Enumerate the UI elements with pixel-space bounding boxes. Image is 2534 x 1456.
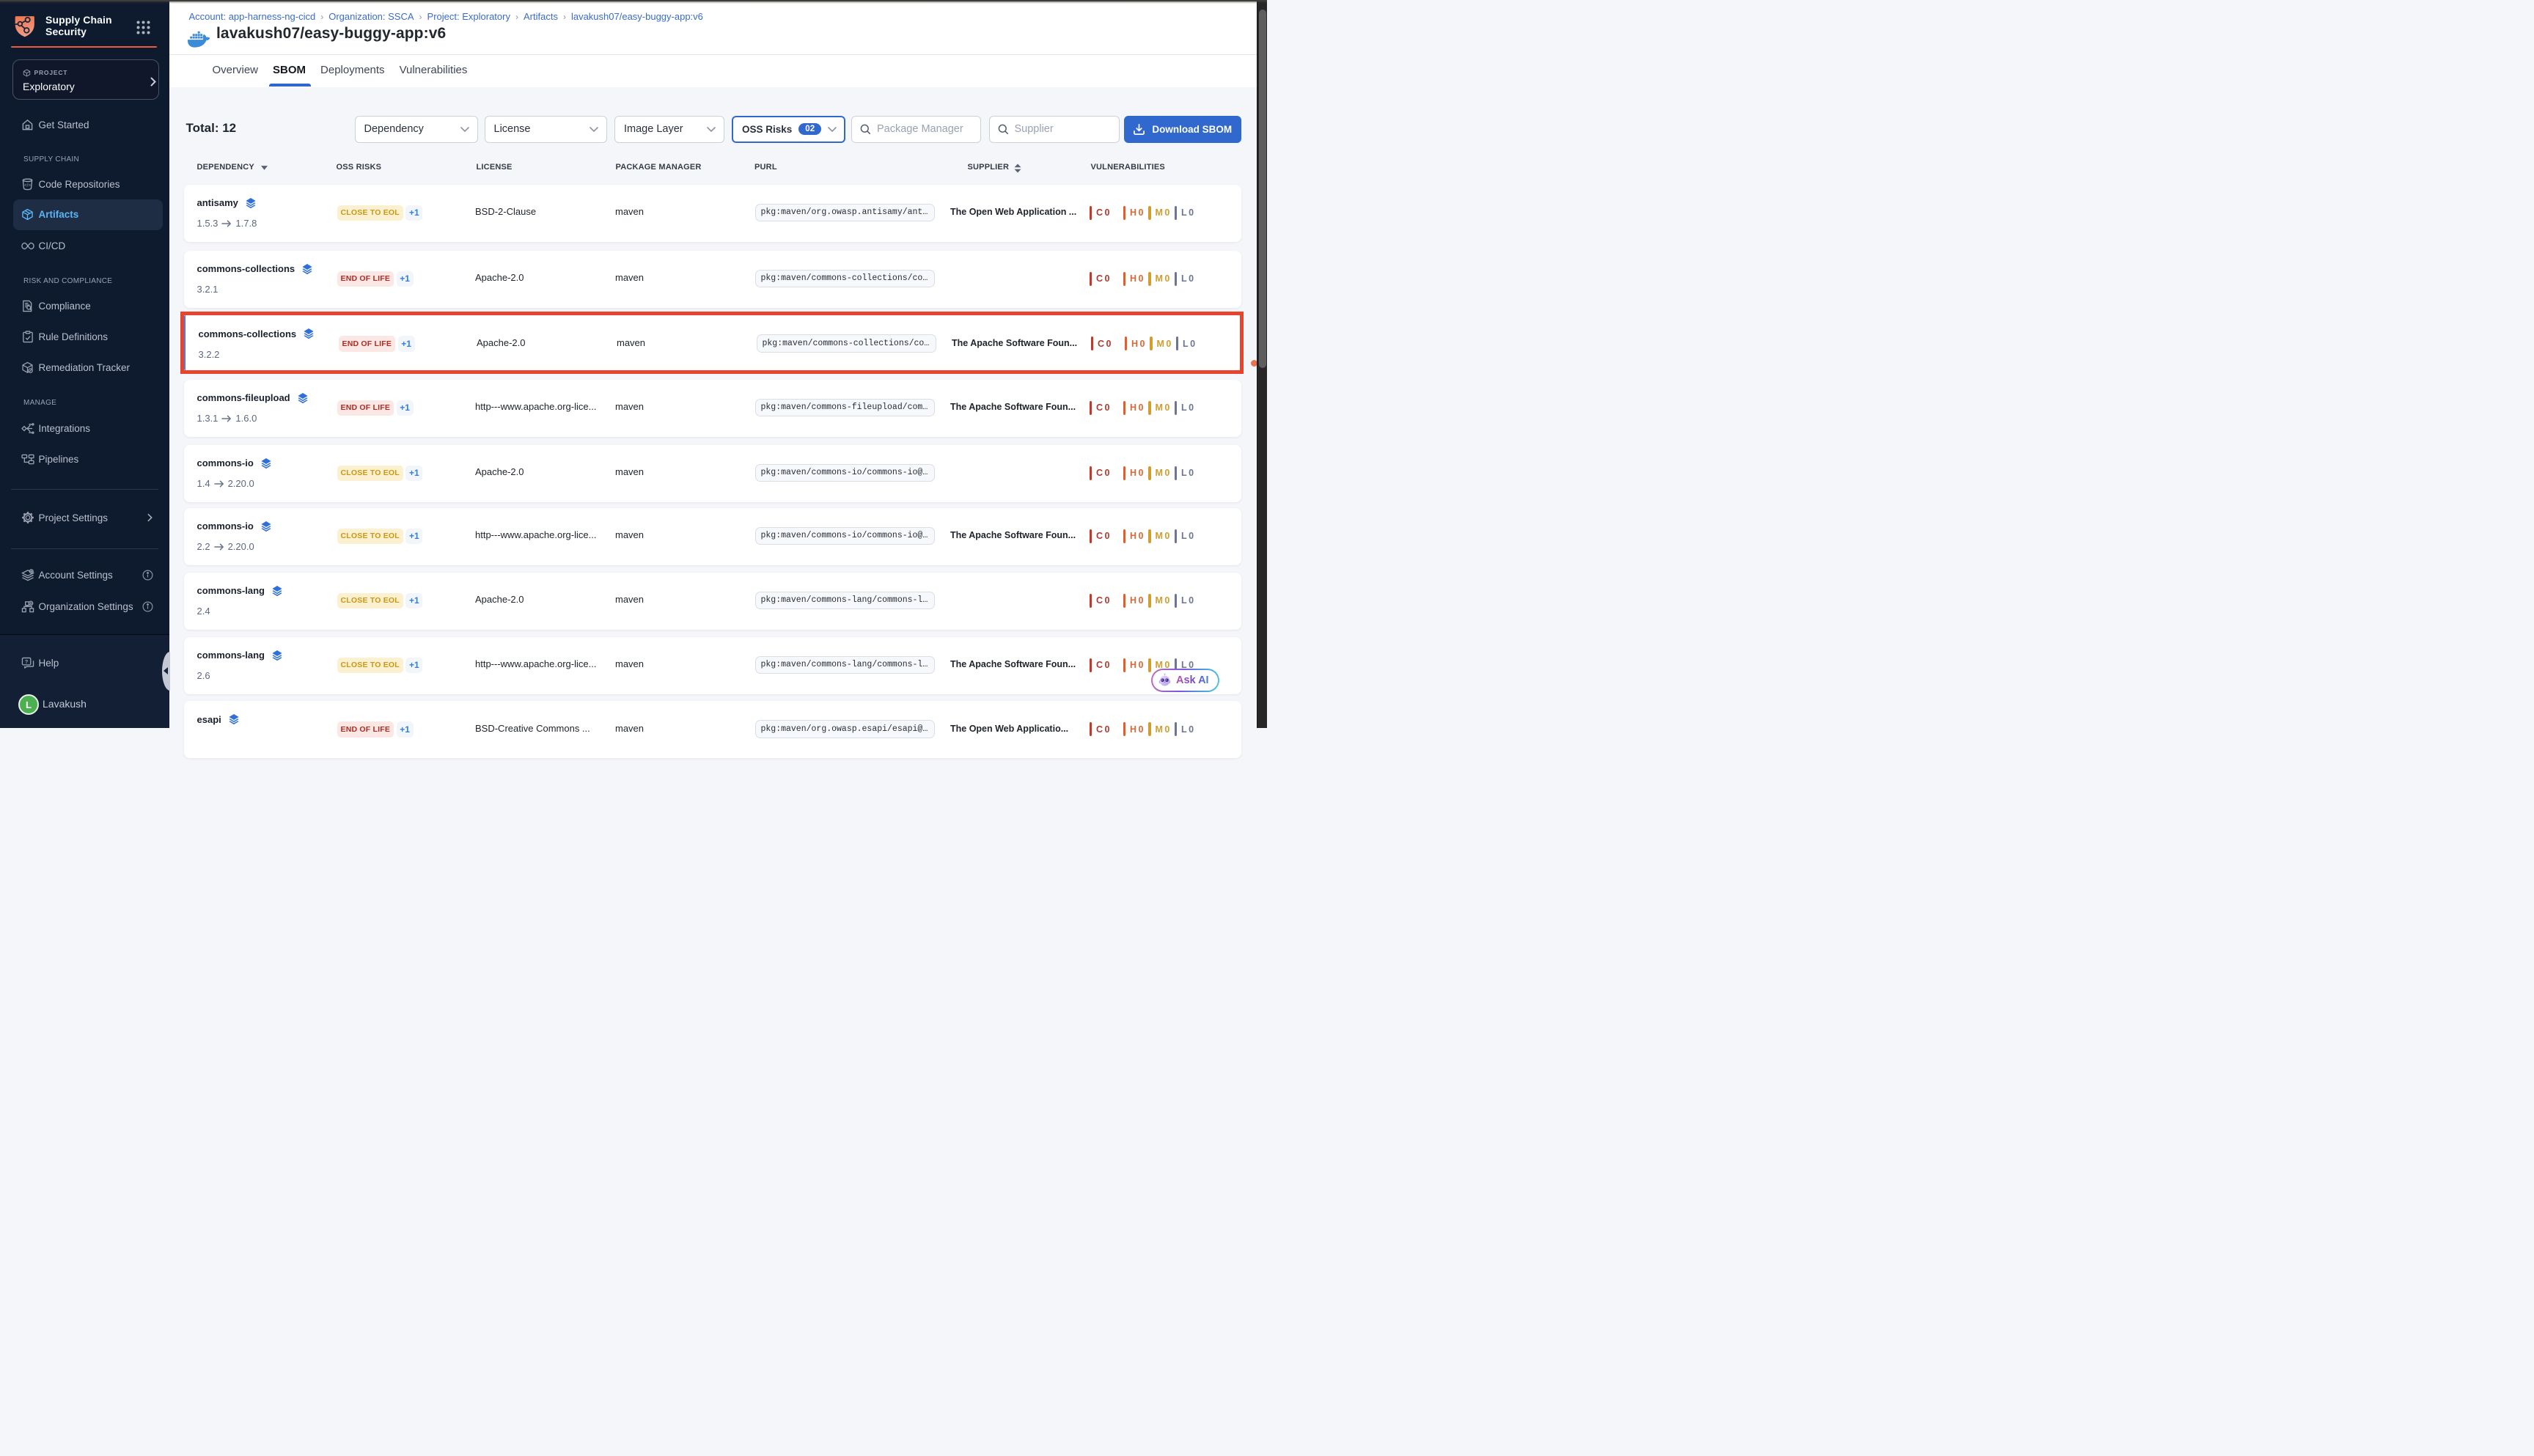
svg-text:</>: </> <box>24 183 31 188</box>
svg-text:?: ? <box>24 658 28 665</box>
